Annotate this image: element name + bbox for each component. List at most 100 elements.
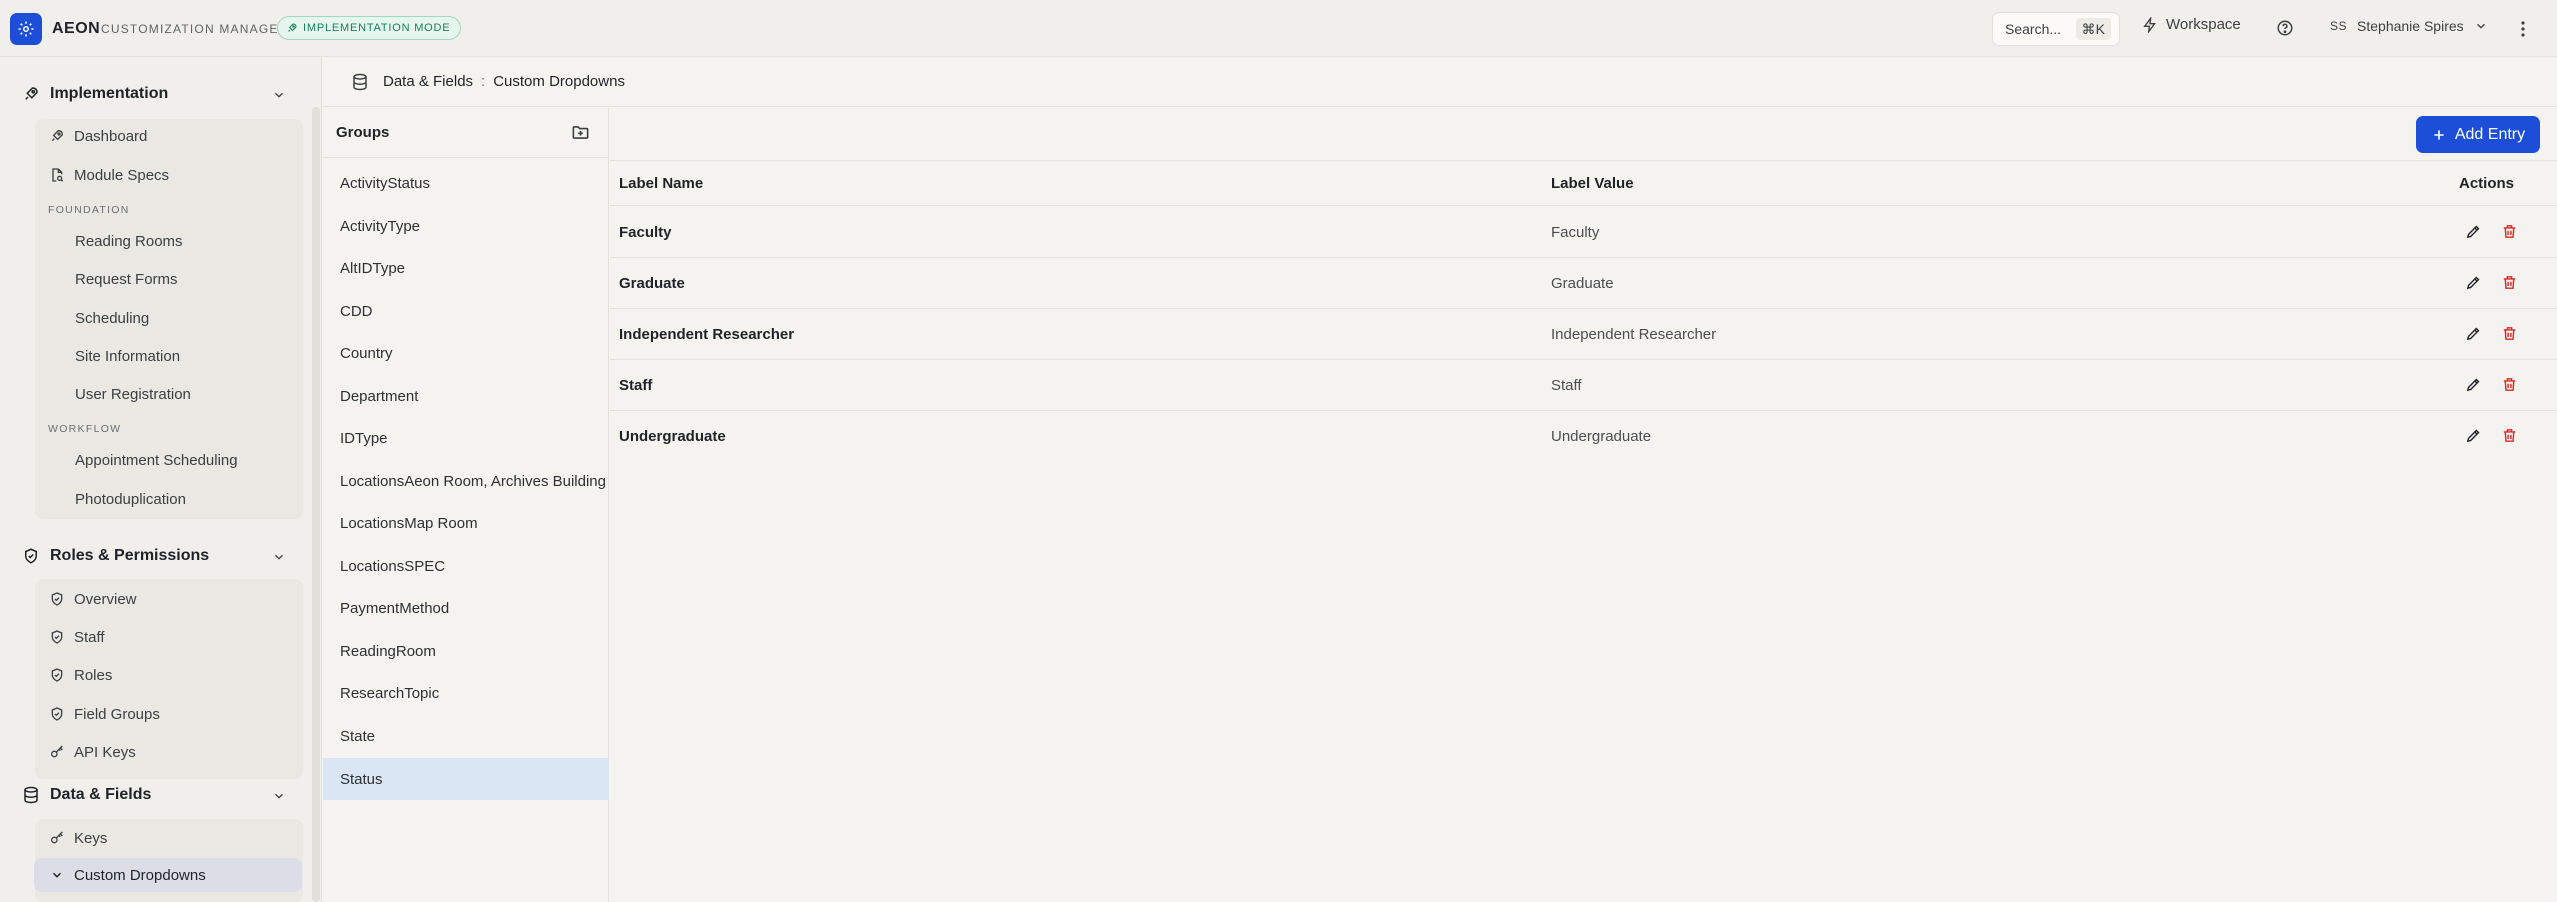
shield-icon	[48, 706, 66, 722]
sidebar-item-appointment-scheduling[interactable]: Appointment Scheduling	[75, 445, 238, 475]
search-label: Search...	[2005, 21, 2062, 37]
sidebar-item-label: Module Specs	[74, 166, 170, 184]
add-entry-button[interactable]: Add Entry	[2416, 116, 2540, 153]
group-item[interactable]: LocationsSPEC	[323, 546, 609, 586]
sidebar-item-label: Custom Dropdowns	[74, 866, 206, 884]
table-row: Graduate Graduate	[610, 258, 2557, 309]
page-title: Custom Dropdowns	[493, 73, 625, 90]
label-name-cell: Graduate	[619, 275, 685, 292]
sidebar-item-dashboard[interactable]: Dashboard	[48, 121, 147, 151]
entries-panel: Add Entry Label Name Label Value Actions…	[610, 108, 2557, 902]
delete-button[interactable]	[2501, 376, 2518, 393]
sidebar-item-api-keys[interactable]: API Keys	[48, 737, 136, 767]
sidebar-item-overview[interactable]: Overview	[48, 584, 137, 614]
breadcrumb-section[interactable]: Data & Fields	[383, 73, 473, 90]
entries-toolbar: Add Entry	[610, 108, 2557, 161]
sidebar-item-site-information[interactable]: Site Information	[75, 341, 180, 371]
rocket-icon	[22, 85, 40, 103]
delete-button[interactable]	[2501, 274, 2518, 291]
group-item[interactable]: IDType	[323, 418, 609, 458]
group-item[interactable]: CDD	[323, 291, 609, 331]
more-vertical-icon	[2521, 21, 2525, 37]
sidebar-item-custom-dropdowns[interactable]: Custom Dropdowns	[34, 858, 302, 892]
group-item[interactable]: LocationsAeon Room, Archives Building	[323, 461, 609, 501]
sidebar-item-staff[interactable]: Staff	[48, 622, 105, 652]
group-item[interactable]: Department	[323, 376, 609, 416]
edit-button[interactable]	[2465, 223, 2482, 240]
sidebar-item-photoduplication[interactable]: Photoduplication	[75, 484, 186, 514]
chevron-down-icon[interactable]	[272, 550, 286, 564]
section-data-fields[interactable]: Data & Fields	[22, 780, 292, 810]
shield-icon	[48, 591, 66, 607]
section-roles-permissions[interactable]: Roles & Permissions	[22, 541, 292, 571]
search-button[interactable]: Search... ⌘K	[1992, 12, 2120, 46]
delete-button[interactable]	[2501, 427, 2518, 444]
help-button[interactable]	[2276, 19, 2294, 37]
add-group-button[interactable]	[571, 123, 590, 142]
sidebar: Implementation Dashboard Module Specs FO…	[0, 57, 322, 902]
sidebar-item-label: Keys	[74, 829, 108, 847]
sidebar-item-user-registration[interactable]: User Registration	[75, 379, 191, 409]
edit-button[interactable]	[2465, 274, 2482, 291]
trash-icon	[2503, 429, 2516, 442]
group-item[interactable]: AltIDType	[323, 248, 609, 288]
group-item[interactable]: ActivityStatus	[323, 163, 609, 203]
sidebar-item-module-specs[interactable]: Module Specs	[48, 160, 169, 190]
section-implementation[interactable]: Implementation	[22, 79, 292, 109]
category-workflow: WORKFLOW	[48, 423, 122, 435]
group-item[interactable]: Country	[323, 333, 609, 373]
category-foundation: FOUNDATION	[48, 204, 130, 216]
column-label-name: Label Name	[619, 175, 704, 192]
sidebar-item-scheduling[interactable]: Scheduling	[75, 303, 149, 333]
groups-title: Groups	[336, 124, 390, 141]
column-actions: Actions	[2459, 175, 2515, 192]
shield-icon	[48, 629, 66, 645]
section-title: Implementation	[50, 85, 169, 102]
sidebar-item-reading-rooms[interactable]: Reading Rooms	[75, 226, 183, 256]
sidebar-item-label: Roles	[74, 666, 113, 684]
label-name-cell: Faculty	[619, 224, 672, 241]
group-item[interactable]: ActivityType	[323, 206, 609, 246]
sidebar-item-request-forms[interactable]: Request Forms	[75, 264, 178, 294]
workspace-button[interactable]: Workspace	[2142, 16, 2241, 33]
help-icon	[2277, 20, 2293, 36]
delete-button[interactable]	[2501, 223, 2518, 240]
label-name-cell: Undergraduate	[619, 428, 726, 445]
sidebar-scrollbar[interactable]	[312, 107, 320, 902]
group-item[interactable]: ReadingRoom	[323, 631, 609, 671]
sidebar-item-label: Overview	[74, 590, 137, 608]
edit-button[interactable]	[2465, 376, 2482, 393]
user-menu[interactable]: SS Stephanie Spires	[2330, 18, 2488, 34]
chevron-down-icon	[48, 868, 66, 882]
sidebar-item-keys[interactable]: Keys	[48, 823, 107, 853]
table-row: Faculty Faculty	[610, 207, 2557, 258]
user-name: Stephanie Spires	[2357, 18, 2464, 34]
pencil-icon	[2466, 378, 2480, 392]
group-item[interactable]: LocationsMap Room	[323, 503, 609, 543]
rocket-icon	[48, 128, 66, 144]
chevron-down-icon[interactable]	[272, 88, 286, 102]
group-item[interactable]: ResearchTopic	[323, 673, 609, 713]
chevron-down-icon[interactable]	[272, 789, 286, 803]
label-value-cell: Undergraduate	[1551, 428, 1652, 445]
label-value-cell: Graduate	[1551, 275, 1614, 292]
sidebar-item-field-groups[interactable]: Field Groups	[48, 699, 160, 729]
app-logo[interactable]	[10, 13, 42, 45]
table-row: Undergraduate Undergraduate	[610, 411, 2557, 462]
trash-icon	[2503, 225, 2516, 238]
shield-icon	[48, 667, 66, 683]
group-item[interactable]: PaymentMethod	[323, 588, 609, 628]
label-name-cell: Staff	[619, 377, 653, 394]
groups-panel: Groups ActivityStatus ActivityType AltID…	[323, 108, 609, 902]
mode-badge-label: IMPLEMENTATION MODE	[303, 22, 451, 34]
group-item-selected[interactable]: Status	[323, 758, 609, 800]
more-menu-button[interactable]	[2520, 20, 2526, 38]
sidebar-item-roles[interactable]: Roles	[48, 660, 112, 690]
sidebar-item-label: Field Groups	[74, 705, 160, 723]
edit-button[interactable]	[2465, 325, 2482, 342]
lightning-icon	[2143, 16, 2156, 33]
delete-button[interactable]	[2501, 325, 2518, 342]
breadcrumb: Data & Fields : Custom Dropdowns	[323, 57, 2557, 107]
group-item[interactable]: State	[323, 716, 609, 756]
edit-button[interactable]	[2465, 427, 2482, 444]
